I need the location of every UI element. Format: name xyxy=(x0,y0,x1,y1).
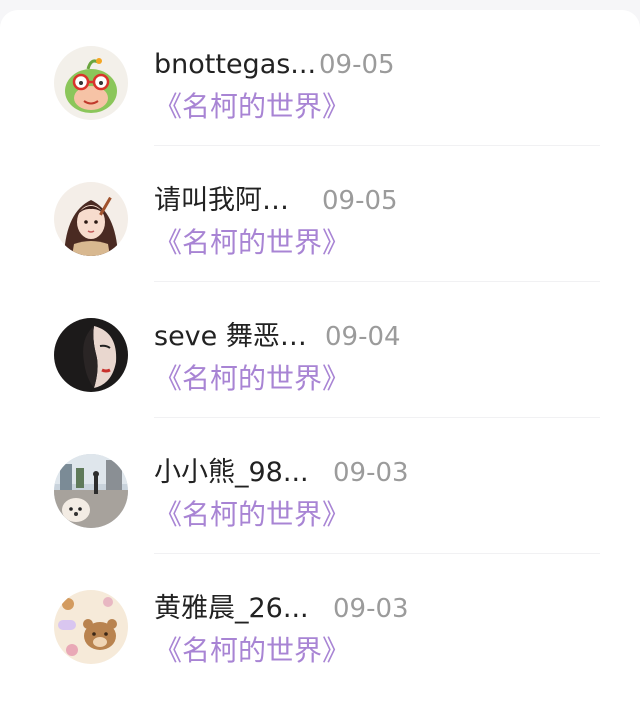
list-item[interactable]: bnottegas... 09-05 《名柯的世界》 xyxy=(0,10,640,146)
comment-date: 09-03 xyxy=(333,594,409,624)
avatar[interactable] xyxy=(54,454,128,528)
avatar[interactable] xyxy=(54,46,128,120)
avatar[interactable] xyxy=(54,182,128,256)
list-item[interactable]: 黄雅晨_26... 09-03 《名柯的世界》 xyxy=(0,554,640,690)
list-item[interactable]: seve 舞恶… 09-04 《名柯的世界》 xyxy=(0,282,640,418)
avatar[interactable] xyxy=(54,318,128,392)
username[interactable]: 黄雅晨_26... xyxy=(154,592,309,626)
cartoon-frog-avatar-icon xyxy=(54,46,128,120)
album-link[interactable]: 《名柯的世界》 xyxy=(154,497,350,533)
dark-portrait-avatar-icon xyxy=(54,318,128,392)
bear-pattern-avatar-icon xyxy=(54,590,128,664)
comment-date: 09-05 xyxy=(319,50,395,80)
album-link[interactable]: 《名柯的世界》 xyxy=(154,225,350,261)
anime-girl-avatar-icon xyxy=(54,182,128,256)
username[interactable]: 小小熊_98... xyxy=(154,456,309,490)
album-link[interactable]: 《名柯的世界》 xyxy=(154,633,350,669)
comment-date: 09-05 xyxy=(322,186,398,216)
list-item[interactable]: 小小熊_98... 09-03 《名柯的世界》 xyxy=(0,418,640,554)
comment-date: 09-04 xyxy=(325,322,401,352)
album-link[interactable]: 《名柯的世界》 xyxy=(154,89,350,125)
street-with-dog-avatar-icon xyxy=(54,454,128,528)
list-item[interactable]: 请叫我阿… 09-05 《名柯的世界》 xyxy=(0,146,640,282)
username[interactable]: 请叫我阿… xyxy=(154,184,289,218)
username[interactable]: seve 舞恶… xyxy=(154,320,307,354)
comment-date: 09-03 xyxy=(333,458,409,488)
avatar[interactable] xyxy=(54,590,128,664)
username[interactable]: bnottegas... xyxy=(154,48,316,82)
album-link[interactable]: 《名柯的世界》 xyxy=(154,361,350,397)
comment-list: bnottegas... 09-05 《名柯的世界》 请叫我阿… 09-05 《… xyxy=(0,10,640,713)
